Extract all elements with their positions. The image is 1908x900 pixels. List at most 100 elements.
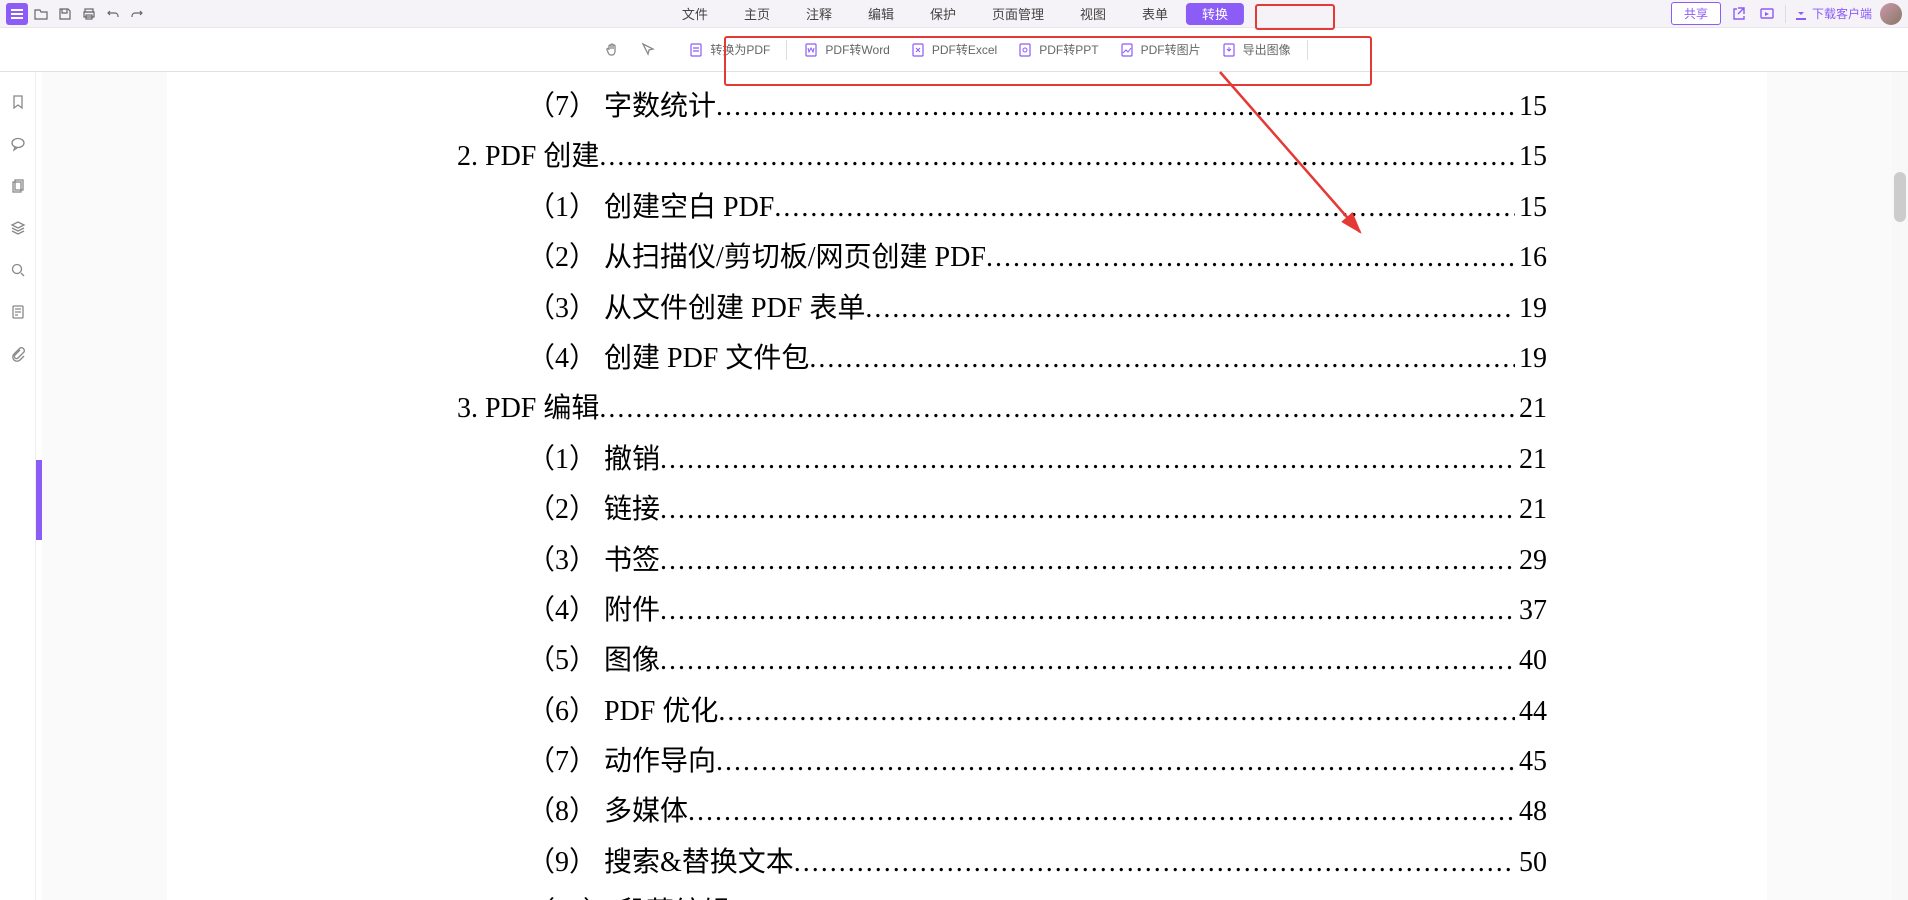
file-excel-icon	[910, 42, 926, 58]
vertical-scrollbar[interactable]	[1892, 72, 1908, 900]
user-avatar[interactable]	[1880, 3, 1902, 25]
toc-entry[interactable]: （6） PDF 优化..............................…	[167, 687, 1767, 737]
tab-protect[interactable]: 保护	[912, 0, 974, 27]
toc-title: （1） 撤销	[167, 435, 660, 485]
toc-entry[interactable]: （8） 多媒体.................................…	[167, 787, 1767, 837]
file-image-icon	[1119, 42, 1135, 58]
pdf-to-word-label: PDF转Word	[825, 41, 889, 58]
toc-entry[interactable]: （7） 动作导向................................…	[167, 737, 1767, 787]
form-panel-icon[interactable]	[8, 302, 28, 322]
pdf-to-ppt-button[interactable]: PDF转PPT	[1009, 37, 1106, 62]
toc-entry[interactable]: （1） 创建空白 PDF............................…	[167, 183, 1767, 233]
toc-entry[interactable]: 3. PDF 编辑...............................…	[167, 384, 1767, 434]
toc-leader-dots: ........................................…	[730, 888, 1515, 900]
print-icon[interactable]	[78, 3, 100, 25]
toc-title: 2. PDF 创建	[167, 132, 599, 182]
export-icon[interactable]	[1729, 4, 1749, 24]
layers-panel-icon[interactable]	[8, 218, 28, 238]
toc-leader-dots: ........................................…	[716, 737, 1515, 787]
toc-entry[interactable]: （1） 撤销..................................…	[167, 435, 1767, 485]
toc-page-number: 48	[1515, 787, 1547, 837]
convert-to-pdf-button[interactable]: 转换为PDF	[680, 37, 778, 62]
document-viewport[interactable]: （7） 字数统计................................…	[42, 72, 1892, 900]
tab-view[interactable]: 视图	[1062, 0, 1124, 27]
toc-page-number: 21	[1515, 384, 1547, 434]
export-image-label: 导出图像	[1243, 41, 1291, 58]
toc-entry[interactable]: （7） 字数统计................................…	[167, 82, 1767, 132]
menu-button[interactable]	[6, 3, 28, 25]
toc-leader-dots: ........................................…	[716, 82, 1515, 132]
search-panel-icon[interactable]	[8, 260, 28, 280]
left-sidebar	[0, 72, 36, 900]
pdf-to-excel-button[interactable]: PDF转Excel	[902, 37, 1005, 62]
presentation-icon[interactable]	[1757, 4, 1777, 24]
undo-icon[interactable]	[102, 3, 124, 25]
toc-title: （3） 书签	[167, 536, 660, 586]
toc-leader-dots: ........................................…	[660, 586, 1515, 636]
pdf-to-word-button[interactable]: PDF转Word	[795, 37, 897, 62]
toc-page-number: 50	[1515, 838, 1547, 888]
pdf-page: （7） 字数统计................................…	[167, 72, 1767, 900]
tab-comment[interactable]: 注释	[788, 0, 850, 27]
open-icon[interactable]	[30, 3, 52, 25]
toc-entry[interactable]: （10） 段落编辑...............................…	[167, 888, 1767, 900]
toc-entry[interactable]: 2. PDF 创建...............................…	[167, 132, 1767, 182]
tab-form[interactable]: 表单	[1124, 0, 1186, 27]
tab-edit[interactable]: 编辑	[850, 0, 912, 27]
toc-entry[interactable]: （4） 附件..................................…	[167, 586, 1767, 636]
pointer-tools	[588, 34, 672, 66]
toc-title: 3. PDF 编辑	[167, 384, 599, 434]
select-tool[interactable]	[632, 38, 664, 62]
export-image-button[interactable]: 导出图像	[1213, 37, 1299, 62]
toc-entry[interactable]: （5） 图像..................................…	[167, 636, 1767, 686]
toc-entry[interactable]: （2） 链接..................................…	[167, 485, 1767, 535]
pages-panel-icon[interactable]	[8, 176, 28, 196]
pdf-to-excel-label: PDF转Excel	[932, 41, 997, 58]
toc-title: （1） 创建空白 PDF	[167, 183, 774, 233]
scrollbar-thumb[interactable]	[1894, 172, 1906, 222]
toc-entry[interactable]: （9） 搜索&替换文本.............................…	[167, 838, 1767, 888]
toc-leader-dots: ........................................…	[660, 485, 1515, 535]
share-button[interactable]: 共享	[1671, 2, 1721, 25]
toc-title: （4） 附件	[167, 586, 660, 636]
toc-leader-dots: ........................................…	[660, 536, 1515, 586]
toc-entry[interactable]: （4） 创建 PDF 文件包..........................…	[167, 334, 1767, 384]
toc-title: （10） 段落编辑	[167, 888, 730, 900]
attachment-panel-icon[interactable]	[8, 344, 28, 364]
download-icon	[1794, 7, 1808, 21]
toc-page-number: 16	[1515, 233, 1547, 283]
top-toolbar: 文件 主页 注释 编辑 保护 页面管理 视图 表单 转换 共享 下载客户端	[0, 0, 1908, 28]
toc-title: （9） 搜索&替换文本	[167, 838, 794, 888]
download-client-button[interactable]: 下载客户端	[1794, 5, 1872, 22]
toc-leader-dots: ........................................…	[599, 132, 1515, 182]
pdf-to-image-button[interactable]: PDF转图片	[1111, 37, 1209, 62]
toc-leader-dots: ........................................…	[599, 384, 1515, 434]
top-right-tools: 共享 下载客户端	[1671, 2, 1902, 25]
tab-home[interactable]: 主页	[726, 0, 788, 27]
tab-file[interactable]: 文件	[664, 0, 726, 27]
toc-entry[interactable]: （3） 书签..................................…	[167, 536, 1767, 586]
toc-title: （7） 字数统计	[167, 82, 716, 132]
toc-leader-dots: ........................................…	[809, 334, 1515, 384]
toc-entry[interactable]: （3） 从文件创建 PDF 表单........................…	[167, 284, 1767, 334]
toc-page-number: 21	[1515, 485, 1547, 535]
toc-title: （6） PDF 优化	[167, 687, 718, 737]
toc-entry[interactable]: （2） 从扫描仪/剪切板/网页创建 PDF...................…	[167, 233, 1767, 283]
pdf-to-image-label: PDF转图片	[1141, 41, 1201, 58]
file-ppt-icon	[1017, 42, 1033, 58]
toc-leader-dots: ........................................…	[986, 233, 1515, 283]
convert-tools: 转换为PDF PDF转Word PDF转Excel PDF转PPT PDF转图片…	[672, 33, 1319, 66]
bookmark-panel-icon[interactable]	[8, 92, 28, 112]
tab-page-management[interactable]: 页面管理	[974, 0, 1062, 27]
quick-access-tools	[0, 3, 148, 25]
toc-title: （5） 图像	[167, 636, 660, 686]
save-icon[interactable]	[54, 3, 76, 25]
comment-panel-icon[interactable]	[8, 134, 28, 154]
toc-page-number: 15	[1515, 183, 1547, 233]
hand-tool[interactable]	[596, 38, 628, 62]
redo-icon[interactable]	[126, 3, 148, 25]
tab-convert[interactable]: 转换	[1186, 3, 1244, 25]
toc-leader-dots: ........................................…	[660, 636, 1515, 686]
cursor-icon	[640, 42, 656, 58]
toc-leader-dots: ........................................…	[794, 838, 1515, 888]
